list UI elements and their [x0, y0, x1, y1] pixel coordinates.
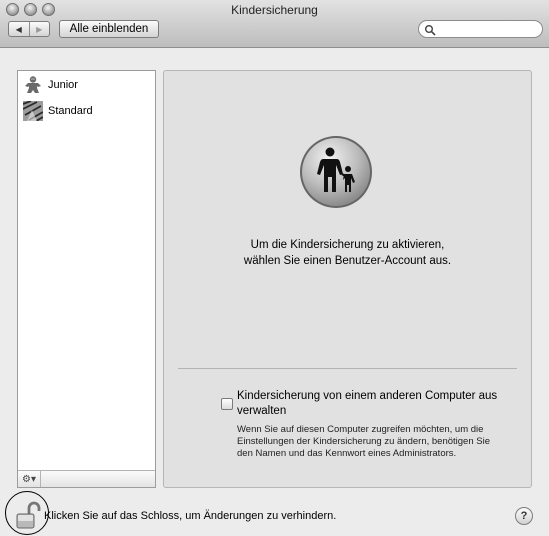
instruction-line-2: wählen Sie einen Benutzer-Account aus. [243, 255, 452, 267]
divider [178, 368, 517, 369]
user-name: Standard [48, 105, 93, 117]
instruction-message: Um die Kindersicherung zu aktivieren, wä… [164, 237, 531, 269]
instruction-line-1: Um die Kindersicherung zu aktivieren, [250, 239, 445, 251]
search-icon [425, 25, 436, 36]
search-field[interactable] [418, 20, 543, 38]
remote-manage-checkbox[interactable] [221, 398, 233, 410]
title-toolbar: Kindersicherung ◀ ▶ Alle einblenden [0, 0, 549, 48]
user-name: Junior [48, 79, 78, 91]
remote-manage-description: Wenn Sie auf diesen Computer zugreifen m… [237, 424, 490, 459]
user-item-junior[interactable]: Junior [23, 74, 78, 96]
back-button[interactable]: ◀ [9, 22, 29, 36]
nav-buttons: ◀ ▶ [8, 21, 50, 37]
sidebar-footer: ⚙▾ [18, 470, 155, 487]
lock-instruction-text: Klicken Sie auf das Schloss, um Änderung… [44, 510, 337, 522]
parental-controls-icon [300, 136, 372, 208]
forward-button[interactable]: ▶ [28, 22, 50, 36]
show-all-button[interactable]: Alle einblenden [59, 20, 159, 38]
gear-action-menu[interactable]: ⚙▾ [18, 471, 41, 487]
user-item-standard[interactable]: Standard [23, 100, 93, 122]
parental-controls-window: Kindersicherung ◀ ▶ Alle einblenden Juni… [0, 0, 549, 536]
help-button[interactable]: ? [515, 507, 533, 525]
zebra-user-icon [23, 101, 43, 121]
window-title: Kindersicherung [231, 3, 318, 17]
remote-manage-label[interactable]: Kindersicherung von einem anderen Comput… [237, 389, 507, 419]
user-list: Junior Standard ⚙▾ [17, 70, 156, 488]
unlocked-padlock-icon[interactable] [15, 500, 41, 530]
gingerbread-user-icon [25, 76, 41, 93]
main-panel: Um die Kindersicherung zu aktivieren, wä… [163, 70, 532, 488]
